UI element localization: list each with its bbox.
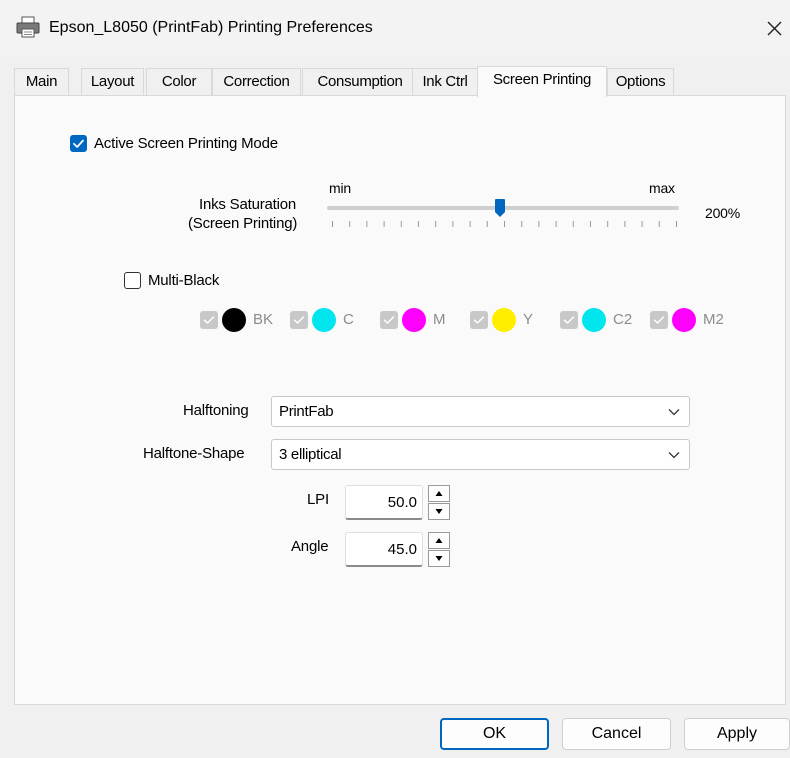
chevron-down-icon (668, 409, 680, 416)
multi-black-label: Multi-Black (148, 272, 220, 289)
lpi-label: LPI (307, 491, 329, 508)
tab-ink-ctrl[interactable]: Ink Ctrl (412, 68, 478, 96)
chevron-down-icon (668, 452, 680, 459)
halftoning-value: PrintFab (279, 403, 334, 420)
ink-checkbox-y[interactable] (470, 311, 488, 329)
ink-checkbox-c2[interactable] (560, 311, 578, 329)
halftone-shape-value: 3 elliptical (279, 446, 342, 463)
ink-channel-m2[interactable]: M2 (650, 308, 740, 332)
ink-checkbox-m[interactable] (380, 311, 398, 329)
checkmark-icon (473, 316, 485, 324)
angle-value: 45.0 (387, 541, 417, 558)
lpi-input[interactable]: 50.0 (345, 485, 423, 520)
slider-min-label: min (329, 180, 351, 196)
saturation-value: 200% (705, 205, 741, 221)
ink-label-c: C (343, 311, 354, 328)
caret-up-icon (435, 491, 443, 496)
apply-button[interactable]: Apply (684, 718, 790, 750)
halftone-shape-label: Halftone-Shape (143, 445, 245, 462)
angle-up-button[interactable] (428, 532, 450, 549)
ink-channel-c[interactable]: C (290, 308, 360, 332)
ink-color-dot-bk (222, 308, 246, 332)
window-title: Epson_L8050 (PrintFab) Printing Preferen… (49, 19, 373, 36)
ink-label-c2: C2 (613, 311, 633, 328)
saturation-label-line1: Inks Saturation (199, 196, 297, 213)
checkmark-icon (203, 316, 215, 324)
checkmark-icon (563, 316, 575, 324)
checkmark-icon (383, 316, 395, 324)
lpi-stepper[interactable] (428, 485, 450, 520)
cancel-button[interactable]: Cancel (562, 718, 671, 750)
ink-color-dot-y (492, 308, 516, 332)
caret-up-icon (435, 538, 443, 543)
ink-label-y: Y (523, 311, 534, 328)
ink-channel-bk[interactable]: BK (200, 308, 280, 332)
title-bar: Epson_L8050 (PrintFab) Printing Preferen… (0, 0, 790, 56)
printer-icon (16, 16, 40, 38)
ink-label-m2: M2 (703, 311, 724, 328)
ink-color-dot-m2 (672, 308, 696, 332)
checkmark-icon (73, 139, 84, 148)
angle-input[interactable]: 45.0 (345, 532, 423, 567)
ink-checkbox-bk[interactable] (200, 311, 218, 329)
lpi-value: 50.0 (387, 494, 417, 511)
multi-black-checkbox[interactable] (124, 272, 141, 289)
ink-checkbox-c[interactable] (290, 311, 308, 329)
active-screen-printing-label: Active Screen Printing Mode (94, 135, 278, 152)
ink-channel-c2[interactable]: C2 (560, 308, 640, 332)
close-icon[interactable] (760, 14, 788, 42)
angle-label: Angle (291, 538, 329, 555)
ink-color-dot-m (402, 308, 426, 332)
checkmark-icon (653, 316, 665, 324)
ink-label-bk: BK (253, 311, 274, 328)
tab-strip: Main Layout Color Correction Consumption… (14, 66, 784, 97)
tab-layout[interactable]: Layout (81, 68, 144, 96)
active-screen-printing-checkbox[interactable] (70, 135, 87, 152)
ink-color-dot-c (312, 308, 336, 332)
tab-consumption[interactable]: Consumption (302, 68, 418, 96)
caret-down-icon (435, 509, 443, 514)
slider-ticks (332, 221, 677, 227)
lpi-down-button[interactable] (428, 503, 450, 520)
angle-stepper[interactable] (428, 532, 450, 567)
ink-label-m: M (433, 311, 446, 328)
tab-main[interactable]: Main (14, 68, 69, 96)
lpi-up-button[interactable] (428, 485, 450, 502)
ink-color-dot-c2 (582, 308, 606, 332)
tab-screen-printing[interactable]: Screen Printing (477, 66, 607, 97)
tab-options[interactable]: Options (607, 68, 674, 96)
angle-down-button[interactable] (428, 550, 450, 567)
saturation-slider-thumb[interactable] (495, 199, 505, 217)
caret-down-icon (435, 556, 443, 561)
ok-button[interactable]: OK (440, 718, 549, 750)
ink-channel-y[interactable]: Y (470, 308, 540, 332)
halftone-shape-select[interactable]: 3 elliptical (271, 439, 690, 470)
ink-channel-m[interactable]: M (380, 308, 450, 332)
saturation-label-line2: (Screen Printing) (188, 215, 298, 232)
halftoning-select[interactable]: PrintFab (271, 396, 690, 427)
tab-color[interactable]: Color (146, 68, 212, 96)
tab-correction[interactable]: Correction (212, 68, 301, 96)
slider-max-label: max (649, 180, 675, 196)
checkmark-icon (293, 316, 305, 324)
halftoning-label: Halftoning (183, 402, 249, 419)
ink-checkbox-m2[interactable] (650, 311, 668, 329)
